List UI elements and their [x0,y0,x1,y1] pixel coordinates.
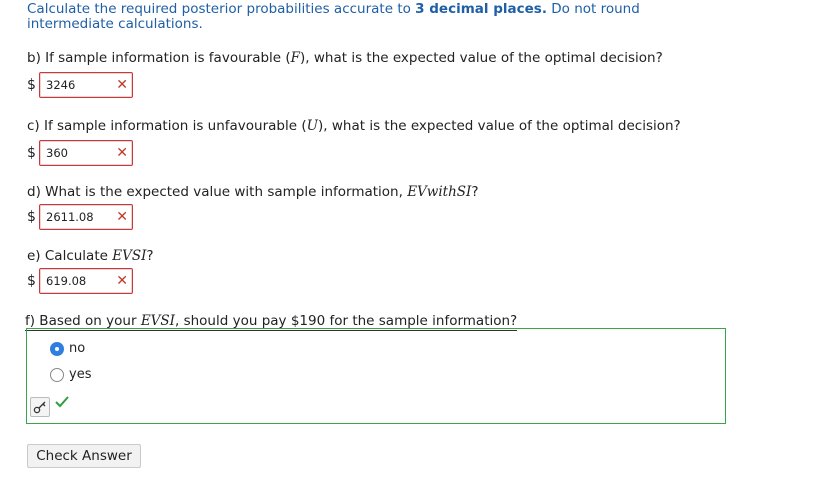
option-yes[interactable]: yes [50,367,91,382]
question-c-answer-row: $ 360 ✕ [27,139,133,167]
input-value: 360 [46,146,68,160]
input-value: 2611.08 [46,210,94,224]
question-c-input[interactable]: 360 ✕ [39,140,133,166]
question-b-label: b) If sample information is favourable (… [27,50,663,66]
option-no[interactable]: no [50,341,85,356]
input-value: 3246 [46,78,76,92]
check-answer-button[interactable]: Check Answer [27,444,141,468]
option-yes-label: yes [69,367,92,382]
checkmark-icon [55,396,69,408]
question-e-input[interactable]: 619.08 ✕ [39,268,133,294]
currency-symbol: $ [27,145,36,161]
key-icon [33,401,46,414]
key-button[interactable] [30,397,50,417]
question-e-label: e) Calculate EVSI? [27,248,154,264]
question-f-answer-box: no yes [26,328,726,424]
question-e-answer-row: $ 619.08 ✕ [27,267,133,295]
instructions-bold: 3 decimal places. [415,1,547,17]
x-icon: ✕ [116,273,128,289]
radio-yes[interactable] [50,367,64,382]
x-icon: ✕ [116,77,128,93]
currency-symbol: $ [27,273,36,289]
question-b-input[interactable]: 3246 ✕ [39,72,133,98]
currency-symbol: $ [27,209,36,225]
question-d-input[interactable]: 2611.08 ✕ [39,204,133,230]
instructions-text: Calculate the required posterior probabi… [27,1,416,17]
currency-symbol: $ [27,77,36,93]
x-icon: ✕ [116,209,128,225]
input-value: 619.08 [46,274,87,288]
question-d-label: d) What is the expected value with sampl… [27,184,479,200]
question-b-answer-row: $ 3246 ✕ [27,71,133,99]
option-no-label: no [69,341,86,356]
radio-no[interactable] [50,341,64,356]
question-c-label: c) If sample information is unfavourable… [27,118,681,134]
x-icon: ✕ [116,145,128,161]
instructions: Calculate the required posterior probabi… [27,2,727,32]
question-d-answer-row: $ 2611.08 ✕ [27,203,133,231]
